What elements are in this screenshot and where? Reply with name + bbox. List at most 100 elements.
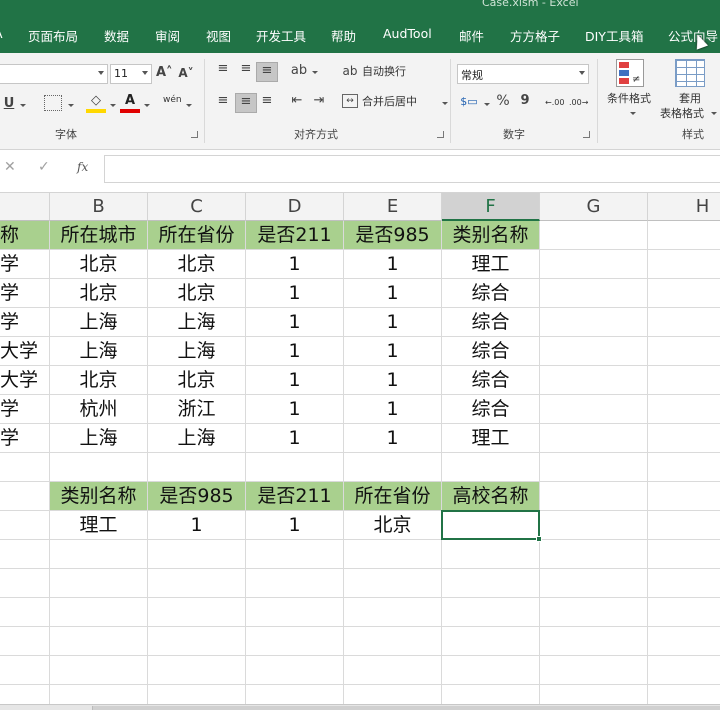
- decrease-decimal-icon[interactable]: .00→: [569, 96, 588, 110]
- insert-function-icon[interactable]: fx: [77, 160, 88, 174]
- table1-data-cell[interactable]: 大学: [0, 366, 50, 395]
- table2-header-cell[interactable]: 是否211: [246, 482, 344, 511]
- table1-header-cell[interactable]: 是否985: [344, 221, 442, 250]
- number-dialog-launcher-icon[interactable]: [583, 131, 590, 138]
- table-format-label-1[interactable]: 套用: [679, 92, 701, 106]
- fill-handle[interactable]: [536, 536, 542, 542]
- orientation-icon[interactable]: ab: [290, 63, 308, 79]
- font-name-combo[interactable]: [0, 64, 108, 84]
- empty-cell[interactable]: [540, 279, 648, 308]
- empty-cell[interactable]: [540, 395, 648, 424]
- empty-cell[interactable]: [148, 569, 246, 598]
- align-top-icon[interactable]: ≡: [214, 61, 232, 79]
- empty-cell[interactable]: [0, 482, 50, 511]
- empty-cell[interactable]: [50, 598, 148, 627]
- empty-cell[interactable]: [540, 511, 648, 540]
- table1-data-cell[interactable]: 理工: [442, 424, 540, 453]
- table2-header-cell[interactable]: 所在省份: [344, 482, 442, 511]
- empty-cell[interactable]: [442, 627, 540, 656]
- empty-cell[interactable]: [0, 627, 50, 656]
- table1-data-cell[interactable]: 1: [246, 424, 344, 453]
- empty-cell[interactable]: [648, 569, 720, 598]
- empty-cell[interactable]: [648, 656, 720, 685]
- empty-cell[interactable]: [648, 598, 720, 627]
- empty-cell[interactable]: [540, 424, 648, 453]
- table1-data-cell[interactable]: 综合: [442, 279, 540, 308]
- horizontal-scrollbar[interactable]: [0, 704, 720, 710]
- table1-data-cell[interactable]: 北京: [148, 279, 246, 308]
- table1-data-cell[interactable]: 1: [246, 279, 344, 308]
- table1-data-cell[interactable]: 杭州: [50, 395, 148, 424]
- empty-cell[interactable]: [148, 540, 246, 569]
- table-format-icon[interactable]: [675, 59, 705, 87]
- empty-cell[interactable]: [442, 598, 540, 627]
- empty-cell[interactable]: [648, 453, 720, 482]
- table1-data-cell[interactable]: 学: [0, 395, 50, 424]
- empty-cell[interactable]: [442, 453, 540, 482]
- table2-header-cell[interactable]: 高校名称: [442, 482, 540, 511]
- empty-cell[interactable]: [648, 424, 720, 453]
- empty-cell[interactable]: [648, 395, 720, 424]
- empty-cell[interactable]: [648, 627, 720, 656]
- table2-data-cell[interactable]: 北京: [344, 511, 442, 540]
- empty-cell[interactable]: [540, 250, 648, 279]
- column-header-a[interactable]: [0, 193, 50, 221]
- tab-developer[interactable]: 开发工具: [256, 26, 306, 45]
- empty-cell[interactable]: [0, 656, 50, 685]
- number-format-combo[interactable]: 常规: [457, 64, 589, 84]
- empty-cell[interactable]: [246, 453, 344, 482]
- phonetic-icon[interactable]: wén: [163, 93, 182, 107]
- empty-cell[interactable]: [148, 627, 246, 656]
- table1-data-cell[interactable]: 1: [344, 395, 442, 424]
- column-header-b[interactable]: B: [50, 193, 148, 221]
- table1-data-cell[interactable]: 上海: [50, 337, 148, 366]
- comma-style-icon[interactable]: 9: [518, 93, 532, 109]
- font-size-combo[interactable]: 11: [110, 64, 152, 84]
- table1-data-cell[interactable]: 1: [344, 250, 442, 279]
- decrease-indent-icon[interactable]: ⇤: [288, 93, 306, 109]
- empty-cell[interactable]: [344, 453, 442, 482]
- font-grow-icon[interactable]: A˄: [156, 65, 173, 81]
- empty-cell[interactable]: [0, 511, 50, 540]
- empty-cell[interactable]: [50, 569, 148, 598]
- empty-cell[interactable]: [50, 453, 148, 482]
- tab-fangfang[interactable]: 方方格子: [510, 26, 560, 45]
- table1-data-cell[interactable]: 1: [246, 337, 344, 366]
- table1-data-cell[interactable]: 学: [0, 308, 50, 337]
- wrap-text-button[interactable]: 自动换行: [362, 65, 406, 79]
- table-format-label-2[interactable]: 表格格式: [660, 107, 704, 121]
- font-shrink-icon[interactable]: A˅: [178, 65, 194, 81]
- tab-help[interactable]: 帮助: [331, 26, 356, 45]
- font-dialog-launcher-icon[interactable]: [191, 131, 198, 138]
- align-middle-icon[interactable]: ≡: [237, 61, 255, 79]
- table1-data-cell[interactable]: 1: [344, 279, 442, 308]
- table2-data-cell[interactable]: 理工: [50, 511, 148, 540]
- table1-header-cell[interactable]: 称: [0, 221, 50, 250]
- formula-input[interactable]: [104, 155, 720, 183]
- scrollbar-thumb[interactable]: [92, 706, 720, 710]
- tab-mail[interactable]: 邮件: [459, 26, 484, 45]
- empty-cell[interactable]: [540, 337, 648, 366]
- table1-header-cell[interactable]: 所在省份: [148, 221, 246, 250]
- table1-data-cell[interactable]: 1: [246, 308, 344, 337]
- table2-data-cell[interactable]: 1: [148, 511, 246, 540]
- empty-cell[interactable]: [540, 656, 648, 685]
- table1-data-cell[interactable]: 1: [246, 366, 344, 395]
- increase-decimal-icon[interactable]: ←.00: [545, 96, 564, 110]
- table1-data-cell[interactable]: 1: [344, 308, 442, 337]
- empty-cell[interactable]: [540, 453, 648, 482]
- table1-data-cell[interactable]: 学: [0, 250, 50, 279]
- empty-cell[interactable]: [344, 627, 442, 656]
- empty-cell[interactable]: [442, 656, 540, 685]
- empty-cell[interactable]: [246, 598, 344, 627]
- align-dialog-launcher-icon[interactable]: [437, 131, 444, 138]
- table1-data-cell[interactable]: 综合: [442, 395, 540, 424]
- empty-cell[interactable]: [344, 656, 442, 685]
- conditional-format-button[interactable]: 条件格式: [607, 92, 651, 106]
- empty-cell[interactable]: [540, 569, 648, 598]
- empty-cell[interactable]: [648, 366, 720, 395]
- tab-diy-toolbox[interactable]: DIY工具箱: [585, 26, 643, 45]
- empty-cell[interactable]: [540, 627, 648, 656]
- underline-icon[interactable]: U: [2, 96, 16, 112]
- table1-data-cell[interactable]: 1: [344, 337, 442, 366]
